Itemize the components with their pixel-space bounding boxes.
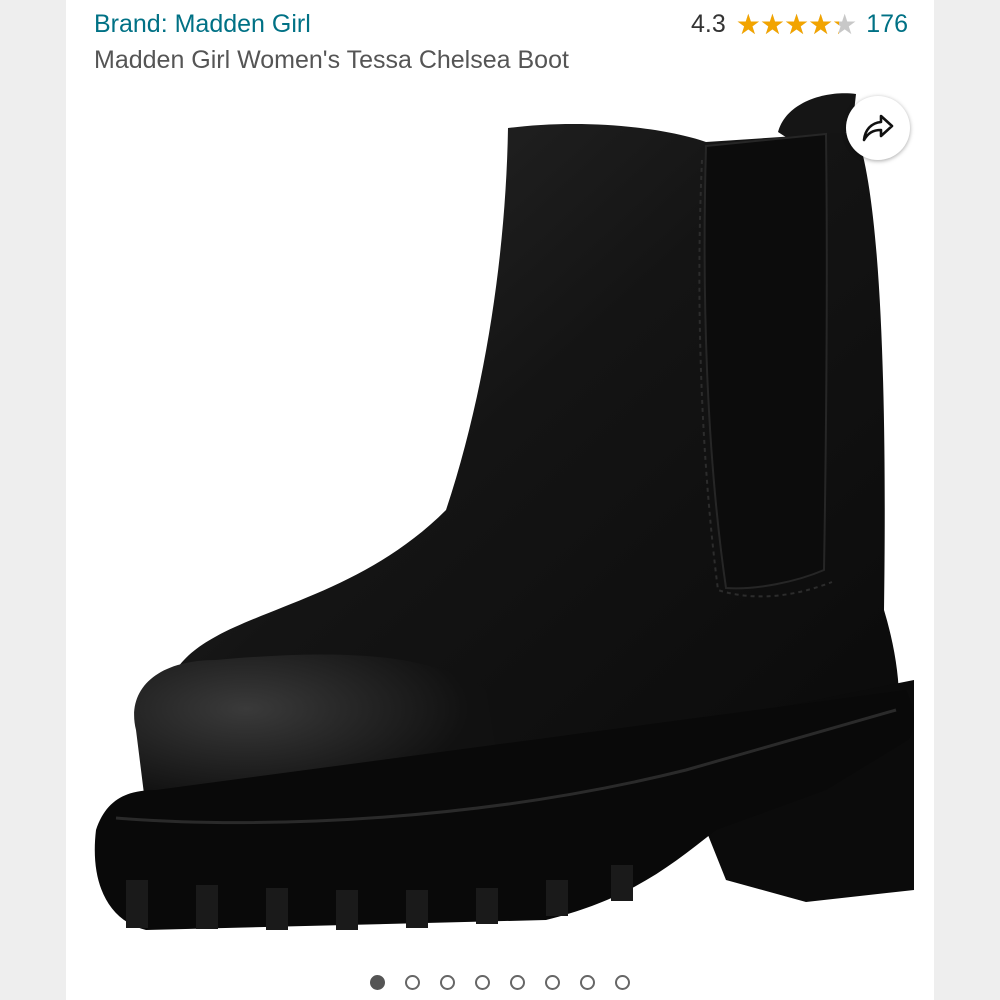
carousel-dot[interactable] <box>370 975 385 990</box>
carousel-dot[interactable] <box>440 975 455 990</box>
boot-elastic-panel <box>703 132 828 590</box>
carousel-dot[interactable] <box>615 975 630 990</box>
carousel-dot[interactable] <box>545 975 560 990</box>
carousel-dot[interactable] <box>580 975 595 990</box>
rating-summary[interactable]: 4.3 ★★★★★ ★★★★★ 176 <box>691 10 908 39</box>
stars-filled: ★★★★★ <box>735 10 840 39</box>
share-arrow-icon <box>862 114 894 142</box>
star-rating-icon: ★★★★★ ★★★★★ <box>735 10 858 39</box>
carousel-dot[interactable] <box>475 975 490 990</box>
product-header: Brand: Madden Girl Madden Girl Women's T… <box>66 0 934 90</box>
product-image[interactable] <box>66 90 934 960</box>
rating-value: 4.3 <box>691 10 726 38</box>
carousel-dot[interactable] <box>510 975 525 990</box>
boot-image <box>94 93 914 930</box>
image-carousel-dots <box>0 975 1000 990</box>
carousel-dot[interactable] <box>405 975 420 990</box>
review-count-link[interactable]: 176 <box>866 10 908 39</box>
brand-link[interactable]: Brand: Madden Girl <box>94 10 311 39</box>
share-button[interactable] <box>846 96 910 160</box>
product-page: Brand: Madden Girl Madden Girl Women's T… <box>0 0 1000 1000</box>
product-title: Madden Girl Women's Tessa Chelsea Boot <box>94 46 569 74</box>
